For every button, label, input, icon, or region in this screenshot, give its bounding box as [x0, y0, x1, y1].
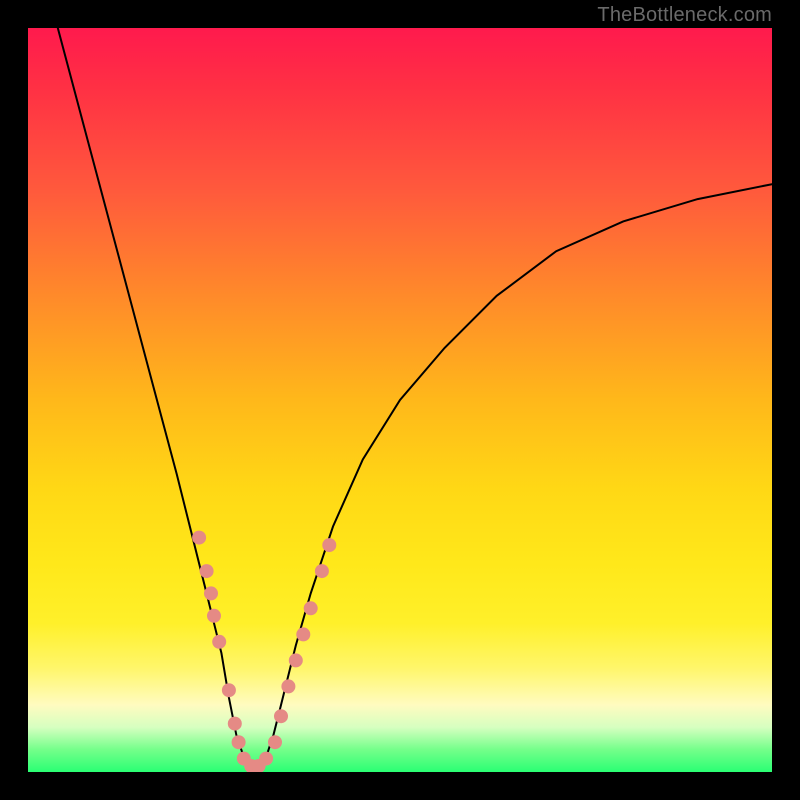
data-marker	[274, 709, 288, 723]
data-marker	[315, 564, 329, 578]
data-marker	[232, 735, 246, 749]
data-marker	[222, 683, 236, 697]
data-marker	[207, 609, 221, 623]
data-marker	[192, 531, 206, 545]
data-marker	[322, 538, 336, 552]
watermark-text: TheBottleneck.com	[597, 4, 772, 27]
data-marker	[296, 627, 310, 641]
data-marker	[200, 564, 214, 578]
data-marker	[289, 653, 303, 667]
plot-area	[28, 28, 772, 772]
data-marker	[281, 679, 295, 693]
data-marker	[259, 752, 273, 766]
curve-path	[58, 28, 772, 772]
data-marker	[212, 635, 226, 649]
marker-group	[192, 531, 336, 772]
data-marker	[204, 586, 218, 600]
chart-svg	[28, 28, 772, 772]
data-marker	[268, 735, 282, 749]
chart-frame: TheBottleneck.com	[0, 0, 800, 800]
data-marker	[304, 601, 318, 615]
bottleneck-curve	[58, 28, 772, 772]
data-marker	[228, 717, 242, 731]
